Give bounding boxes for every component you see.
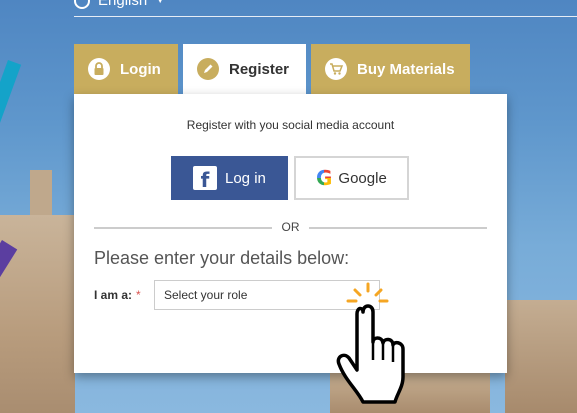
details-heading: Please enter your details below: xyxy=(94,248,350,268)
tab-register[interactable]: Register xyxy=(183,44,306,94)
background-building xyxy=(0,215,75,413)
required-mark: * xyxy=(136,288,141,302)
tab-label: Login xyxy=(120,60,161,78)
role-label-text: I am a: xyxy=(94,288,133,302)
google-button-label: Google xyxy=(338,169,387,187)
globe-icon xyxy=(74,0,90,9)
chevron-down-icon: ▼ xyxy=(155,0,166,6)
social-title: Register with you social media account xyxy=(186,118,395,132)
tab-buy-materials[interactable]: Buy Materials xyxy=(311,44,470,94)
register-panel: Register with you social media account f… xyxy=(74,94,507,373)
tab-label: Register xyxy=(229,60,290,78)
google-icon: G xyxy=(316,166,333,190)
divider xyxy=(94,227,272,229)
pointing-hand-icon xyxy=(336,282,405,404)
cart-icon xyxy=(325,58,347,80)
facebook-button-label: Log in xyxy=(225,169,266,187)
language-selector[interactable]: English ▼ xyxy=(74,0,165,9)
or-separator: OR xyxy=(281,220,300,234)
divider xyxy=(74,16,577,17)
tab-login[interactable]: Login xyxy=(74,44,178,94)
divider xyxy=(309,227,487,229)
role-label: I am a: * xyxy=(94,288,141,302)
facebook-icon: f xyxy=(193,166,217,190)
tab-label: Buy Materials xyxy=(357,60,455,78)
facebook-login-button[interactable]: f Log in xyxy=(171,156,288,200)
language-label: English xyxy=(98,0,148,9)
google-login-button[interactable]: G Google xyxy=(294,156,409,200)
role-select-value: Select your role xyxy=(164,288,248,302)
background-building xyxy=(505,300,577,413)
lock-icon xyxy=(88,58,110,80)
pencil-icon xyxy=(197,58,219,80)
